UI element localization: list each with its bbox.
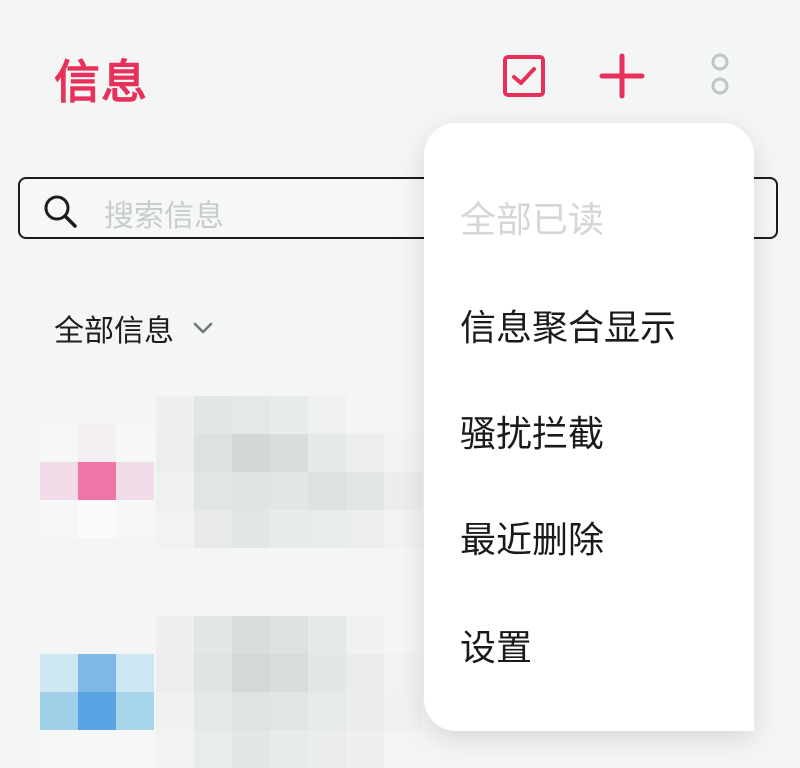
message-preview-2-cell-0-1 bbox=[194, 616, 232, 654]
message-preview-1-cell-1-3 bbox=[270, 434, 308, 472]
chevron-down-icon bbox=[193, 322, 213, 334]
message-preview-2-cell-0-4 bbox=[308, 616, 346, 654]
message-filter-dropdown[interactable]: 全部信息 bbox=[54, 306, 214, 350]
avatar-2-cell-2-0 bbox=[40, 730, 78, 768]
message-preview-2-cell-2-0 bbox=[156, 692, 194, 730]
message-preview-1-cell-1-6 bbox=[384, 434, 422, 472]
avatar-1-cell-0-1 bbox=[78, 424, 116, 462]
message-preview-2-cell-1-0 bbox=[156, 654, 194, 692]
message-preview-2-cell-1-5 bbox=[346, 654, 384, 692]
message-preview-2-cell-3-3 bbox=[270, 730, 308, 768]
menu-item-mark-all-read[interactable]: 全部已读 bbox=[460, 191, 604, 243]
message-preview-2-cell-0-0 bbox=[156, 616, 194, 654]
message-preview-1[interactable] bbox=[156, 396, 422, 548]
message-preview-2-cell-0-2 bbox=[232, 616, 270, 654]
message-preview-1-cell-0-5 bbox=[346, 396, 384, 434]
message-preview-1-cell-1-5 bbox=[346, 434, 384, 472]
message-preview-1-cell-1-1 bbox=[194, 434, 232, 472]
filter-label: 全部信息 bbox=[54, 314, 174, 349]
message-preview-2-cell-1-6 bbox=[384, 654, 422, 692]
message-preview-1-cell-0-3 bbox=[270, 396, 308, 434]
avatar-2-cell-2-2 bbox=[116, 730, 154, 768]
message-preview-1-cell-0-0 bbox=[156, 396, 194, 434]
message-preview-1-cell-2-3 bbox=[270, 472, 308, 510]
message-preview-2-cell-3-5 bbox=[346, 730, 384, 768]
menu-item-settings[interactable]: 设置 bbox=[460, 619, 532, 671]
message-preview-1-cell-3-5 bbox=[346, 510, 384, 548]
menu-item-recently-deleted[interactable]: 最近删除 bbox=[460, 511, 604, 563]
avatar-1-cell-1-0 bbox=[40, 462, 78, 500]
message-preview-1-cell-2-6 bbox=[384, 472, 422, 510]
message-preview-1-cell-0-2 bbox=[232, 396, 270, 434]
message-preview-2-cell-1-3 bbox=[270, 654, 308, 692]
avatar-placeholder-2 bbox=[40, 654, 154, 768]
message-preview-1-cell-0-6 bbox=[384, 396, 422, 434]
message-preview-2-cell-2-5 bbox=[346, 692, 384, 730]
message-preview-1-cell-1-2 bbox=[232, 434, 270, 472]
avatar-2-cell-1-2 bbox=[116, 692, 154, 730]
overflow-menu: 全部已读 信息聚合显示 骚扰拦截 最近删除 设置 bbox=[424, 123, 754, 731]
message-preview-2-cell-2-2 bbox=[232, 692, 270, 730]
message-preview-2-cell-2-3 bbox=[270, 692, 308, 730]
more-vertical-icon[interactable] bbox=[696, 50, 744, 102]
message-preview-2-cell-0-6 bbox=[384, 616, 422, 654]
message-preview-1-cell-3-3 bbox=[270, 510, 308, 548]
page-title: 信息 bbox=[54, 55, 148, 109]
avatar-2-cell-2-1 bbox=[78, 730, 116, 768]
message-preview-2-cell-3-2 bbox=[232, 730, 270, 768]
plus-icon[interactable] bbox=[598, 52, 646, 100]
avatar-2-cell-1-1 bbox=[78, 692, 116, 730]
message-preview-1-cell-2-4 bbox=[308, 472, 346, 510]
message-preview-2-cell-3-6 bbox=[384, 730, 422, 768]
message-preview-2-cell-3-0 bbox=[156, 730, 194, 768]
search-placeholder: 搜索信息 bbox=[104, 199, 224, 234]
message-preview-2-cell-0-3 bbox=[270, 616, 308, 654]
message-preview-2-cell-2-1 bbox=[194, 692, 232, 730]
avatar-1-cell-1-1 bbox=[78, 462, 116, 500]
message-preview-1-cell-0-1 bbox=[194, 396, 232, 434]
message-preview-1-cell-0-4 bbox=[308, 396, 346, 434]
message-preview-1-cell-1-4 bbox=[308, 434, 346, 472]
message-preview-2-cell-3-4 bbox=[308, 730, 346, 768]
avatar-1-cell-1-2 bbox=[116, 462, 154, 500]
avatar-2-cell-0-2 bbox=[116, 654, 154, 692]
avatar-2-cell-0-0 bbox=[40, 654, 78, 692]
message-preview-2-cell-3-1 bbox=[194, 730, 232, 768]
message-preview-1-cell-2-2 bbox=[232, 472, 270, 510]
message-preview-2[interactable] bbox=[156, 616, 422, 768]
message-preview-2-cell-1-1 bbox=[194, 654, 232, 692]
message-preview-2-cell-2-6 bbox=[384, 692, 422, 730]
message-preview-1-cell-2-5 bbox=[346, 472, 384, 510]
avatar-2-cell-0-1 bbox=[78, 654, 116, 692]
avatar-1-cell-2-1 bbox=[78, 500, 116, 538]
message-preview-1-cell-2-1 bbox=[194, 472, 232, 510]
message-preview-1-cell-2-0 bbox=[156, 472, 194, 510]
message-preview-2-cell-1-2 bbox=[232, 654, 270, 692]
message-preview-1-cell-3-6 bbox=[384, 510, 422, 548]
message-preview-1-cell-3-4 bbox=[308, 510, 346, 548]
message-preview-1-cell-3-1 bbox=[194, 510, 232, 548]
message-preview-1-cell-3-0 bbox=[156, 510, 194, 548]
message-preview-2-cell-1-4 bbox=[308, 654, 346, 692]
avatar-1-cell-0-0 bbox=[40, 424, 78, 462]
menu-item-spam-blocking[interactable]: 骚扰拦截 bbox=[460, 405, 604, 457]
avatar-1-cell-0-2 bbox=[116, 424, 154, 462]
checkbox-icon[interactable] bbox=[500, 52, 548, 100]
avatar-2-cell-1-0 bbox=[40, 692, 78, 730]
message-preview-1-cell-1-0 bbox=[156, 434, 194, 472]
message-preview-2-cell-0-5 bbox=[346, 616, 384, 654]
avatar-1-cell-2-0 bbox=[40, 500, 78, 538]
message-preview-2-cell-2-4 bbox=[308, 692, 346, 730]
avatar-1-cell-2-2 bbox=[116, 500, 154, 538]
message-preview-1-cell-3-2 bbox=[232, 510, 270, 548]
avatar-placeholder-1 bbox=[40, 424, 154, 538]
search-icon bbox=[44, 195, 77, 228]
menu-item-message-grouping[interactable]: 信息聚合显示 bbox=[460, 299, 676, 351]
